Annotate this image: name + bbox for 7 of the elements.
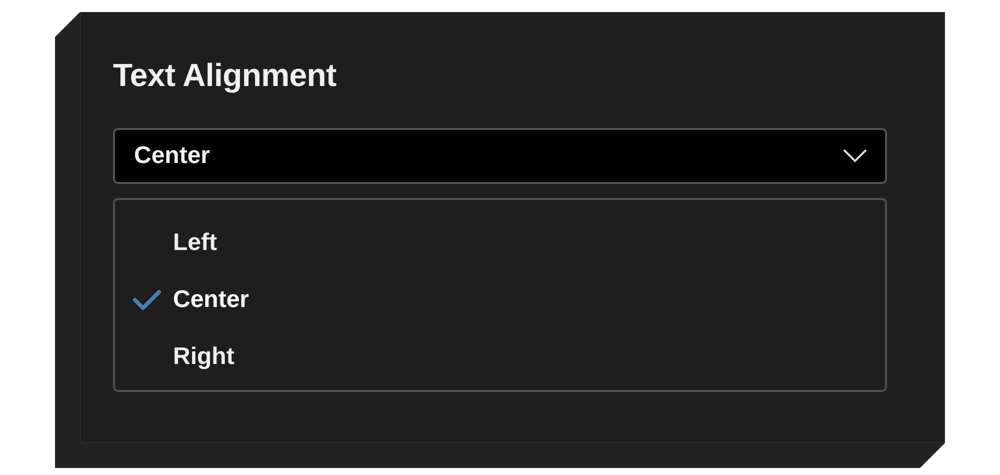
checkmark-icon [133,288,161,310]
menu-option[interactable]: Right [133,330,242,383]
alignment-dropdown[interactable]: Center [113,128,887,184]
menu-option[interactable]: Center [133,273,258,326]
chevron-icon [843,149,867,163]
menu-option[interactable]: Left [133,216,225,269]
panel-title: Text Alignment [113,56,336,94]
